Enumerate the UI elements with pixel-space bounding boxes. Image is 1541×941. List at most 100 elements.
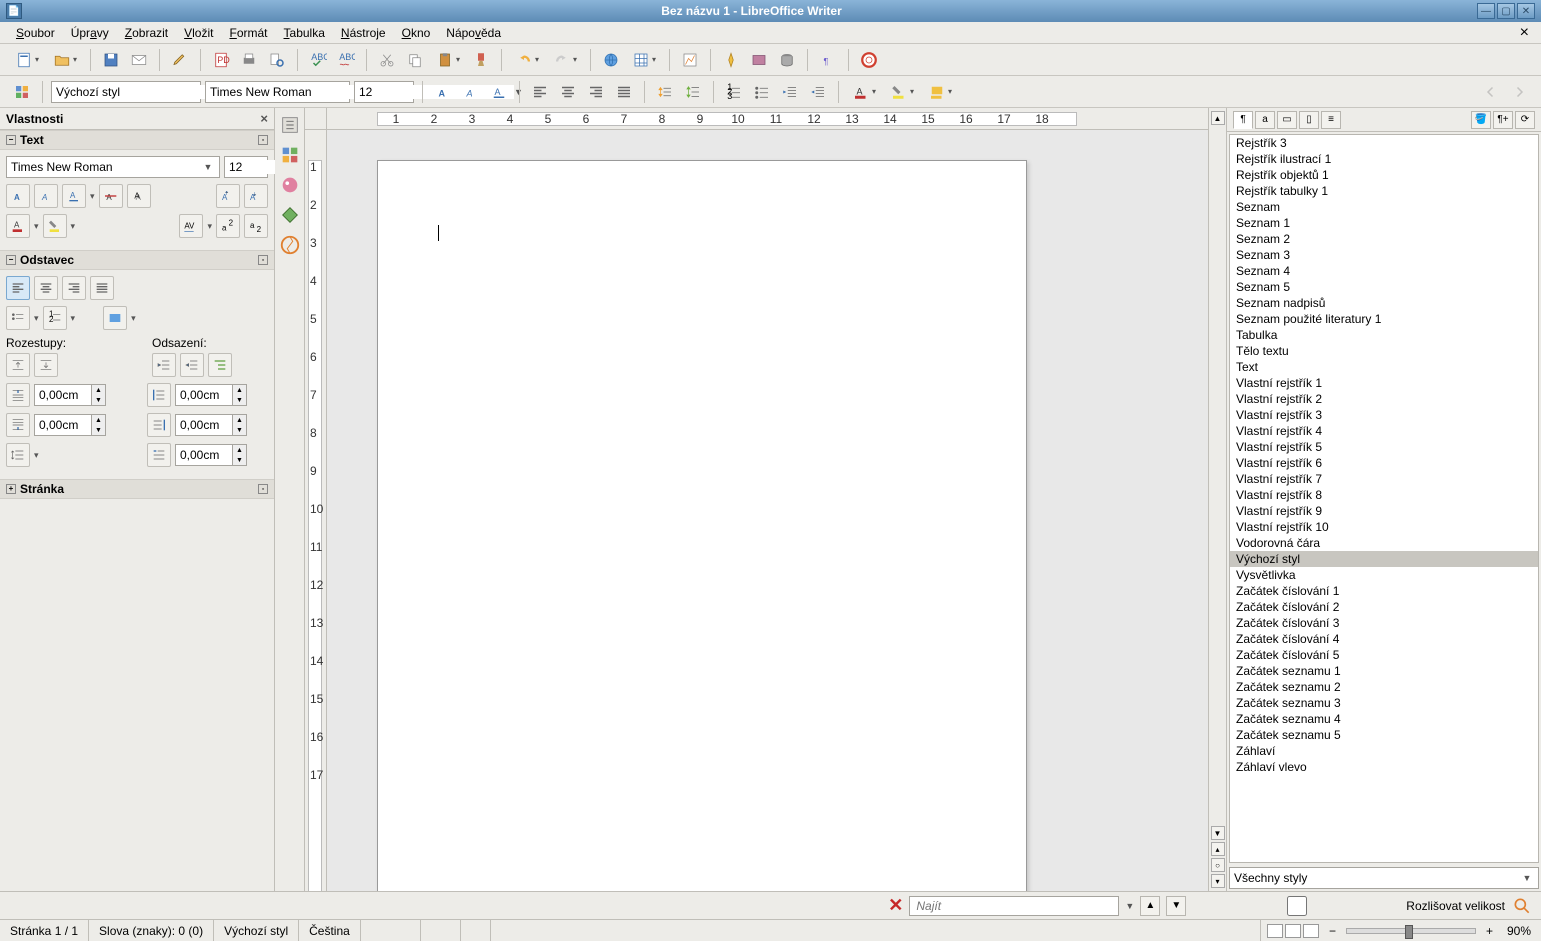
- para-align-left-button[interactable]: [6, 276, 30, 300]
- style-list-item[interactable]: Vlastní rejstřík 4: [1230, 423, 1538, 439]
- zoom-out-button[interactable]: −: [1325, 924, 1340, 938]
- spacing-above-spin[interactable]: ▲▼: [34, 384, 106, 406]
- para-align-right-button[interactable]: [62, 276, 86, 300]
- maximize-button[interactable]: ▢: [1497, 3, 1515, 19]
- scroll-down-button[interactable]: ▼: [1211, 826, 1225, 840]
- auto-spellcheck-button[interactable]: ABC: [334, 48, 358, 72]
- find-next-button[interactable]: ▼: [1166, 896, 1186, 916]
- align-left-button[interactable]: [528, 80, 552, 104]
- tab-functions-icon[interactable]: [279, 234, 301, 256]
- menu-tabulka[interactable]: Tabulka: [276, 24, 333, 42]
- style-list-item[interactable]: Vlastní rejstřík 2: [1230, 391, 1538, 407]
- align-justify-button[interactable]: [612, 80, 636, 104]
- spacing-below-spin[interactable]: ▲▼: [34, 414, 106, 436]
- style-list-item[interactable]: Seznam nadpisů: [1230, 295, 1538, 311]
- status-modified[interactable]: [491, 920, 1261, 941]
- style-list-item[interactable]: Vysvětlivka: [1230, 567, 1538, 583]
- style-list-item[interactable]: Vlastní rejstřík 7: [1230, 471, 1538, 487]
- zoom-slider[interactable]: [1346, 928, 1476, 934]
- undo-button[interactable]: [510, 48, 544, 72]
- horizontal-ruler[interactable]: 123456789101112131415161718: [327, 108, 1208, 130]
- decrease-indent-button[interactable]: [806, 80, 830, 104]
- next-page-nav-button[interactable]: [1507, 80, 1531, 104]
- tab-list-styles[interactable]: ≡: [1321, 111, 1341, 129]
- document-page[interactable]: [377, 160, 1027, 891]
- status-page[interactable]: Stránka 1 / 1: [0, 920, 89, 941]
- find-dropdown-icon[interactable]: ▼: [1125, 901, 1134, 911]
- hyperlink-button[interactable]: [599, 48, 623, 72]
- navigator-button[interactable]: [719, 48, 743, 72]
- sidebar-subscript-button[interactable]: a2: [244, 214, 268, 238]
- style-list-item[interactable]: Začátek seznamu 5: [1230, 727, 1538, 743]
- print-preview-button[interactable]: [265, 48, 289, 72]
- edit-mode-button[interactable]: [168, 48, 192, 72]
- email-button[interactable]: [127, 48, 151, 72]
- sidebar-font-combo[interactable]: ▼: [6, 156, 220, 178]
- menu-napoveda[interactable]: Nápověda: [438, 24, 509, 42]
- sidebar-shadow-button[interactable]: AA: [127, 184, 151, 208]
- nonprinting-chars-button[interactable]: ¶: [816, 48, 840, 72]
- indent-before-spin[interactable]: ▲▼: [175, 384, 247, 406]
- status-selection-mode[interactable]: [421, 920, 461, 941]
- menu-okno[interactable]: Okno: [394, 24, 439, 42]
- more-options-icon[interactable]: ▫: [258, 255, 268, 265]
- table-button[interactable]: [627, 48, 661, 72]
- bullets-button[interactable]: [750, 80, 774, 104]
- style-list-item[interactable]: Seznam 3: [1230, 247, 1538, 263]
- sidebar-decrease-font-button[interactable]: A: [244, 184, 268, 208]
- view-single-page[interactable]: [1267, 924, 1283, 938]
- paragraph-style-combo[interactable]: ▼: [51, 81, 201, 103]
- data-sources-button[interactable]: [775, 48, 799, 72]
- styles-list[interactable]: Rejstřík 3Rejstřík ilustrací 1Rejstřík o…: [1229, 134, 1539, 863]
- find-close-button[interactable]: ✕: [888, 895, 903, 916]
- tab-page-styles[interactable]: ▯: [1299, 111, 1319, 129]
- view-multi-page[interactable]: [1285, 924, 1301, 938]
- style-list-item[interactable]: Rejstřík objektů 1: [1230, 167, 1538, 183]
- status-words[interactable]: Slova (znaky): 0 (0): [89, 920, 214, 941]
- style-list-item[interactable]: Vlastní rejstřík 1: [1230, 375, 1538, 391]
- menu-format[interactable]: Formát: [221, 24, 275, 42]
- sidebar-strikethrough-button[interactable]: A: [99, 184, 123, 208]
- zoom-value[interactable]: 90%: [1497, 920, 1541, 941]
- style-list-item[interactable]: Začátek číslování 4: [1230, 631, 1538, 647]
- cut-button[interactable]: [375, 48, 399, 72]
- line-spacing-menu-button[interactable]: [6, 443, 30, 467]
- para-numbering-button[interactable]: 12: [43, 306, 67, 330]
- menu-upravy[interactable]: Úpravy: [63, 24, 117, 42]
- scroll-up-button[interactable]: ▲: [1211, 111, 1225, 125]
- find-prev-button[interactable]: ▲: [1140, 896, 1160, 916]
- style-list-item[interactable]: Tabulka: [1230, 327, 1538, 343]
- indent-hanging-button[interactable]: [208, 353, 232, 377]
- print-button[interactable]: [237, 48, 261, 72]
- paragraph-style-input[interactable]: [56, 85, 211, 99]
- paste-button[interactable]: [431, 48, 465, 72]
- para-bullets-button[interactable]: [6, 306, 30, 330]
- open-button[interactable]: [48, 48, 82, 72]
- highlight-button[interactable]: [885, 80, 919, 104]
- style-list-item[interactable]: Seznam 2: [1230, 231, 1538, 247]
- minimize-button[interactable]: —: [1477, 3, 1495, 19]
- export-pdf-button[interactable]: PDF: [209, 48, 233, 72]
- style-list-item[interactable]: Záhlaví: [1230, 743, 1538, 759]
- style-list-item[interactable]: Začátek seznamu 3: [1230, 695, 1538, 711]
- spacing-decrease-button[interactable]: [34, 353, 58, 377]
- sidebar-close-button[interactable]: ×: [260, 111, 268, 126]
- expand-icon[interactable]: +: [6, 484, 16, 494]
- style-list-item[interactable]: Výchozí styl: [1230, 551, 1538, 567]
- font-color-button[interactable]: A: [847, 80, 881, 104]
- find-input[interactable]: [909, 896, 1119, 916]
- status-signature[interactable]: [461, 920, 491, 941]
- tab-properties-icon[interactable]: [279, 114, 301, 136]
- nav-next-button[interactable]: ▾: [1211, 874, 1225, 888]
- indent-after-spin[interactable]: ▲▼: [175, 414, 247, 436]
- style-list-item[interactable]: Záhlaví vlevo: [1230, 759, 1538, 775]
- font-name-combo[interactable]: ▼: [205, 81, 350, 103]
- style-list-item[interactable]: Rejstřík ilustrací 1: [1230, 151, 1538, 167]
- tab-character-styles[interactable]: a: [1255, 111, 1275, 129]
- status-insert-mode[interactable]: [361, 920, 421, 941]
- background-color-button[interactable]: [923, 80, 957, 104]
- bold-button[interactable]: A: [431, 80, 455, 104]
- style-list-item[interactable]: Vodorovná čára: [1230, 535, 1538, 551]
- style-list-item[interactable]: Vlastní rejstřík 8: [1230, 487, 1538, 503]
- line-spacing-2-button[interactable]: [681, 80, 705, 104]
